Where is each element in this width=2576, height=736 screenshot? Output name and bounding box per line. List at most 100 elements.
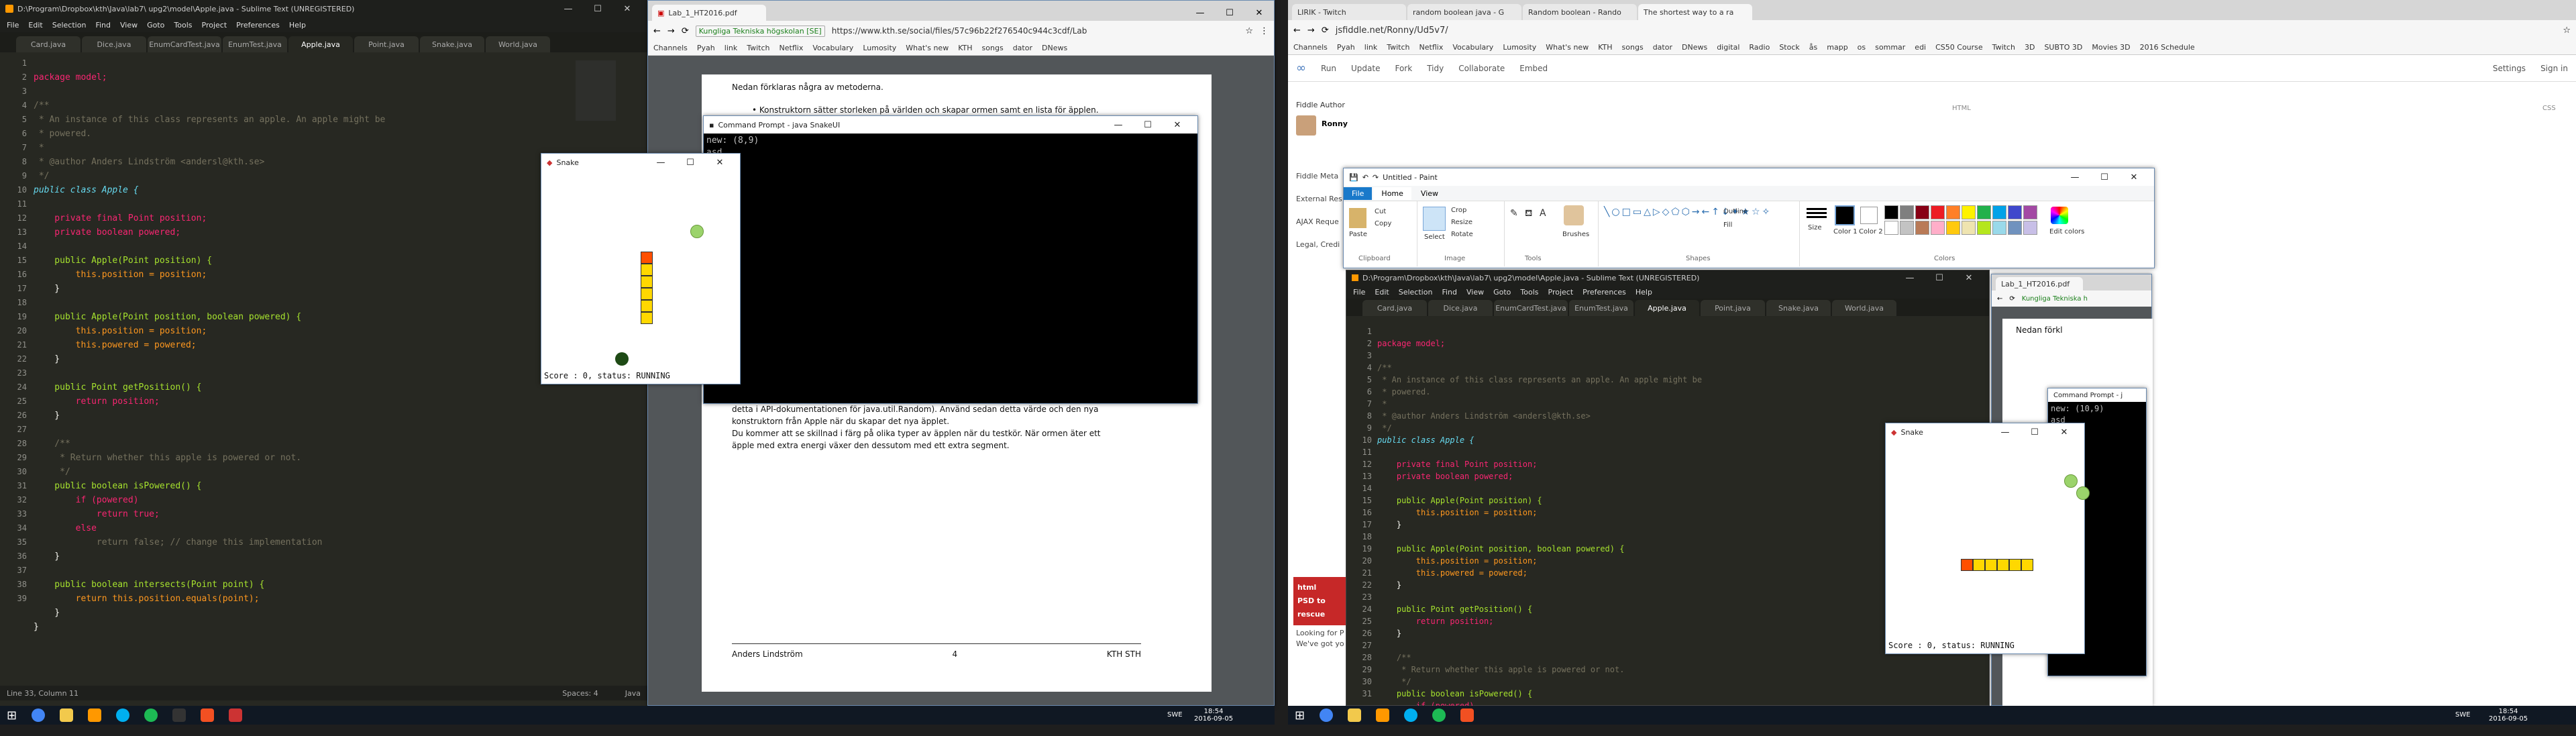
bookmark-item[interactable]: Movies 3D <box>2092 43 2130 52</box>
tab-apple[interactable]: Apple.java <box>1635 300 1699 316</box>
sidebar-item[interactable]: Legal, Credi <box>1296 233 1342 256</box>
bookmark-item[interactable]: DNews <box>1042 44 1067 52</box>
embed-button[interactable]: Embed <box>1519 64 1548 73</box>
status-language[interactable]: Java <box>625 689 641 698</box>
bookmark-item[interactable]: Pyah <box>697 44 715 52</box>
maximize-icon[interactable]: ☐ <box>2020 427 2049 437</box>
reload-icon[interactable]: ⟳ <box>1322 25 1329 36</box>
text-tool-icon[interactable]: A <box>1540 208 1546 219</box>
browser-tab-pdf[interactable]: Lab_1_HT2016.pdf <box>1996 277 2083 291</box>
bookmark-item[interactable]: Channels <box>1293 43 1328 52</box>
address-bar[interactable]: jsfiddle.net/Ronny/Ud5v7/ <box>1336 25 1448 36</box>
menu-tools[interactable]: Tools <box>174 21 192 30</box>
cmd-output[interactable]: new: (8,9)asd (8,9)(8,8)asd (8,8)(8,7)as… <box>704 134 1197 402</box>
bookmark-item[interactable]: What's new <box>1546 43 1589 52</box>
status-spaces[interactable]: Spaces: 4 <box>562 689 598 698</box>
palette-swatch[interactable] <box>1900 205 1914 219</box>
secure-badge[interactable]: Kungliga Tekniska högskolan [SE] <box>696 25 825 37</box>
bookmark-item[interactable]: Pyah <box>1337 43 1355 52</box>
maximize-icon[interactable]: ☐ <box>1215 8 1244 18</box>
menu-file[interactable]: File <box>7 21 19 30</box>
palette-swatch[interactable] <box>1977 205 1991 219</box>
secure-badge[interactable]: Kungliga Tekniska h <box>2022 295 2088 303</box>
back-icon[interactable]: ← <box>1997 295 2002 303</box>
color1-swatch[interactable] <box>1835 205 1855 225</box>
minimize-icon[interactable]: — <box>2060 172 2090 182</box>
fork-button[interactable]: Fork <box>1395 64 1412 73</box>
java-taskbar-icon[interactable] <box>229 708 242 722</box>
menu-find[interactable]: Find <box>1442 288 1457 297</box>
fill-button[interactable]: Fill <box>1723 221 1732 229</box>
update-button[interactable]: Update <box>1351 64 1380 73</box>
bookmark-item[interactable]: Lumosity <box>863 44 896 52</box>
paint-tab-file[interactable]: File <box>1344 187 1372 200</box>
bookmark-item[interactable]: dator <box>1013 44 1032 52</box>
menu-help[interactable]: Help <box>289 21 306 30</box>
tab-point[interactable]: Point.java <box>354 36 419 52</box>
bookmark-item[interactable]: songs <box>1622 43 1644 52</box>
menu-find[interactable]: Find <box>95 21 111 30</box>
fill-bucket-icon[interactable]: ⛾ <box>1525 208 1532 220</box>
tab-card[interactable]: Card.java <box>1362 300 1427 316</box>
tidy-button[interactable]: Tidy <box>1427 64 1444 73</box>
palette-swatch[interactable] <box>1992 205 2006 219</box>
menu-preferences[interactable]: Preferences <box>1582 288 1626 297</box>
bookmark-item[interactable]: Lumosity <box>1503 43 1536 52</box>
language-indicator[interactable]: SWE <box>2455 711 2471 719</box>
sidebar-item[interactable]: External Res <box>1296 188 1342 211</box>
bookmark-item[interactable]: dator <box>1653 43 1672 52</box>
menu-view[interactable]: View <box>120 21 138 30</box>
cmd-taskbar-icon[interactable] <box>172 708 186 722</box>
palette-swatch[interactable] <box>2023 221 2037 235</box>
brushes-icon[interactable] <box>1564 205 1584 225</box>
paint-icon[interactable] <box>1460 708 1474 722</box>
rotate-button[interactable]: Rotate <box>1451 231 1473 238</box>
palette-swatch[interactable] <box>2023 205 2037 219</box>
close-icon[interactable]: ✕ <box>705 158 735 168</box>
menu-preferences[interactable]: Preferences <box>236 21 280 30</box>
tab-enumcardtest[interactable]: EnumCardTest.java <box>148 36 221 52</box>
snake-board[interactable] <box>541 171 740 366</box>
bookmark-item[interactable]: link <box>1364 43 1377 52</box>
tab-point[interactable]: Point.java <box>1701 300 1765 316</box>
bookmark-item[interactable]: CS50 Course <box>1935 43 1983 52</box>
bookmark-item[interactable]: Stock <box>1779 43 1799 52</box>
palette-swatch[interactable] <box>2008 221 2022 235</box>
menu-tools[interactable]: Tools <box>1520 288 1538 297</box>
save-icon[interactable]: 💾 <box>1349 173 1358 182</box>
paint-icon[interactable] <box>201 708 214 722</box>
bookmark-item[interactable]: ås <box>1809 43 1817 52</box>
menu-help[interactable]: Help <box>1635 288 1652 297</box>
bookmark-item[interactable]: SUBTO 3D <box>2044 43 2082 52</box>
color2-swatch[interactable] <box>1860 207 1878 224</box>
menu-edit[interactable]: Edit <box>28 21 42 30</box>
bookmark-item[interactable]: KTH <box>1598 43 1612 52</box>
bookmark-item[interactable]: What's new <box>906 44 949 52</box>
browser-tab[interactable]: The shortest way to a ra <box>1638 4 1752 20</box>
tab-dice[interactable]: Dice.java <box>1428 300 1493 316</box>
settings-button[interactable]: Settings <box>2493 64 2526 73</box>
snake-board[interactable] <box>1886 441 2084 635</box>
skype-icon[interactable] <box>116 708 129 722</box>
edit-colors-button[interactable]: Edit colors <box>2049 228 2084 235</box>
maximize-icon[interactable]: ☐ <box>583 4 612 14</box>
tab-enumtest[interactable]: EnumTest.java <box>223 36 287 52</box>
sign-in-button[interactable]: Sign in <box>2540 64 2568 73</box>
sidebar-item[interactable]: Fiddle Meta <box>1296 165 1342 188</box>
menu-icon[interactable]: ⋮ <box>1260 26 1269 36</box>
shapes-gallery-icon[interactable]: ╲○□▭△▷◇⬠⬡→←↑↓✦★☆✧ <box>1604 207 1718 240</box>
undo-icon[interactable]: ↶ <box>1362 173 1368 182</box>
tab-world[interactable]: World.java <box>1832 300 1896 316</box>
menu-file[interactable]: File <box>1353 288 1365 297</box>
outline-button[interactable]: Outline <box>1723 208 1748 215</box>
bookmark-item[interactable]: Vocabulary <box>812 44 853 52</box>
brushes-button[interactable]: Brushes <box>1562 231 1589 238</box>
paste-icon[interactable] <box>1349 208 1366 228</box>
bookmark-item[interactable]: 2016 Schedule <box>2140 43 2195 52</box>
browser-tab-pdf[interactable]: ▣Lab_1_HT2016.pdf <box>652 5 766 21</box>
explorer-icon[interactable] <box>60 708 73 722</box>
bookmark-item[interactable]: songs <box>982 44 1004 52</box>
bookmark-item[interactable]: digital <box>1717 43 1739 52</box>
minimize-icon[interactable]: — <box>1185 8 1215 18</box>
collaborate-button[interactable]: Collaborate <box>1458 64 1505 73</box>
